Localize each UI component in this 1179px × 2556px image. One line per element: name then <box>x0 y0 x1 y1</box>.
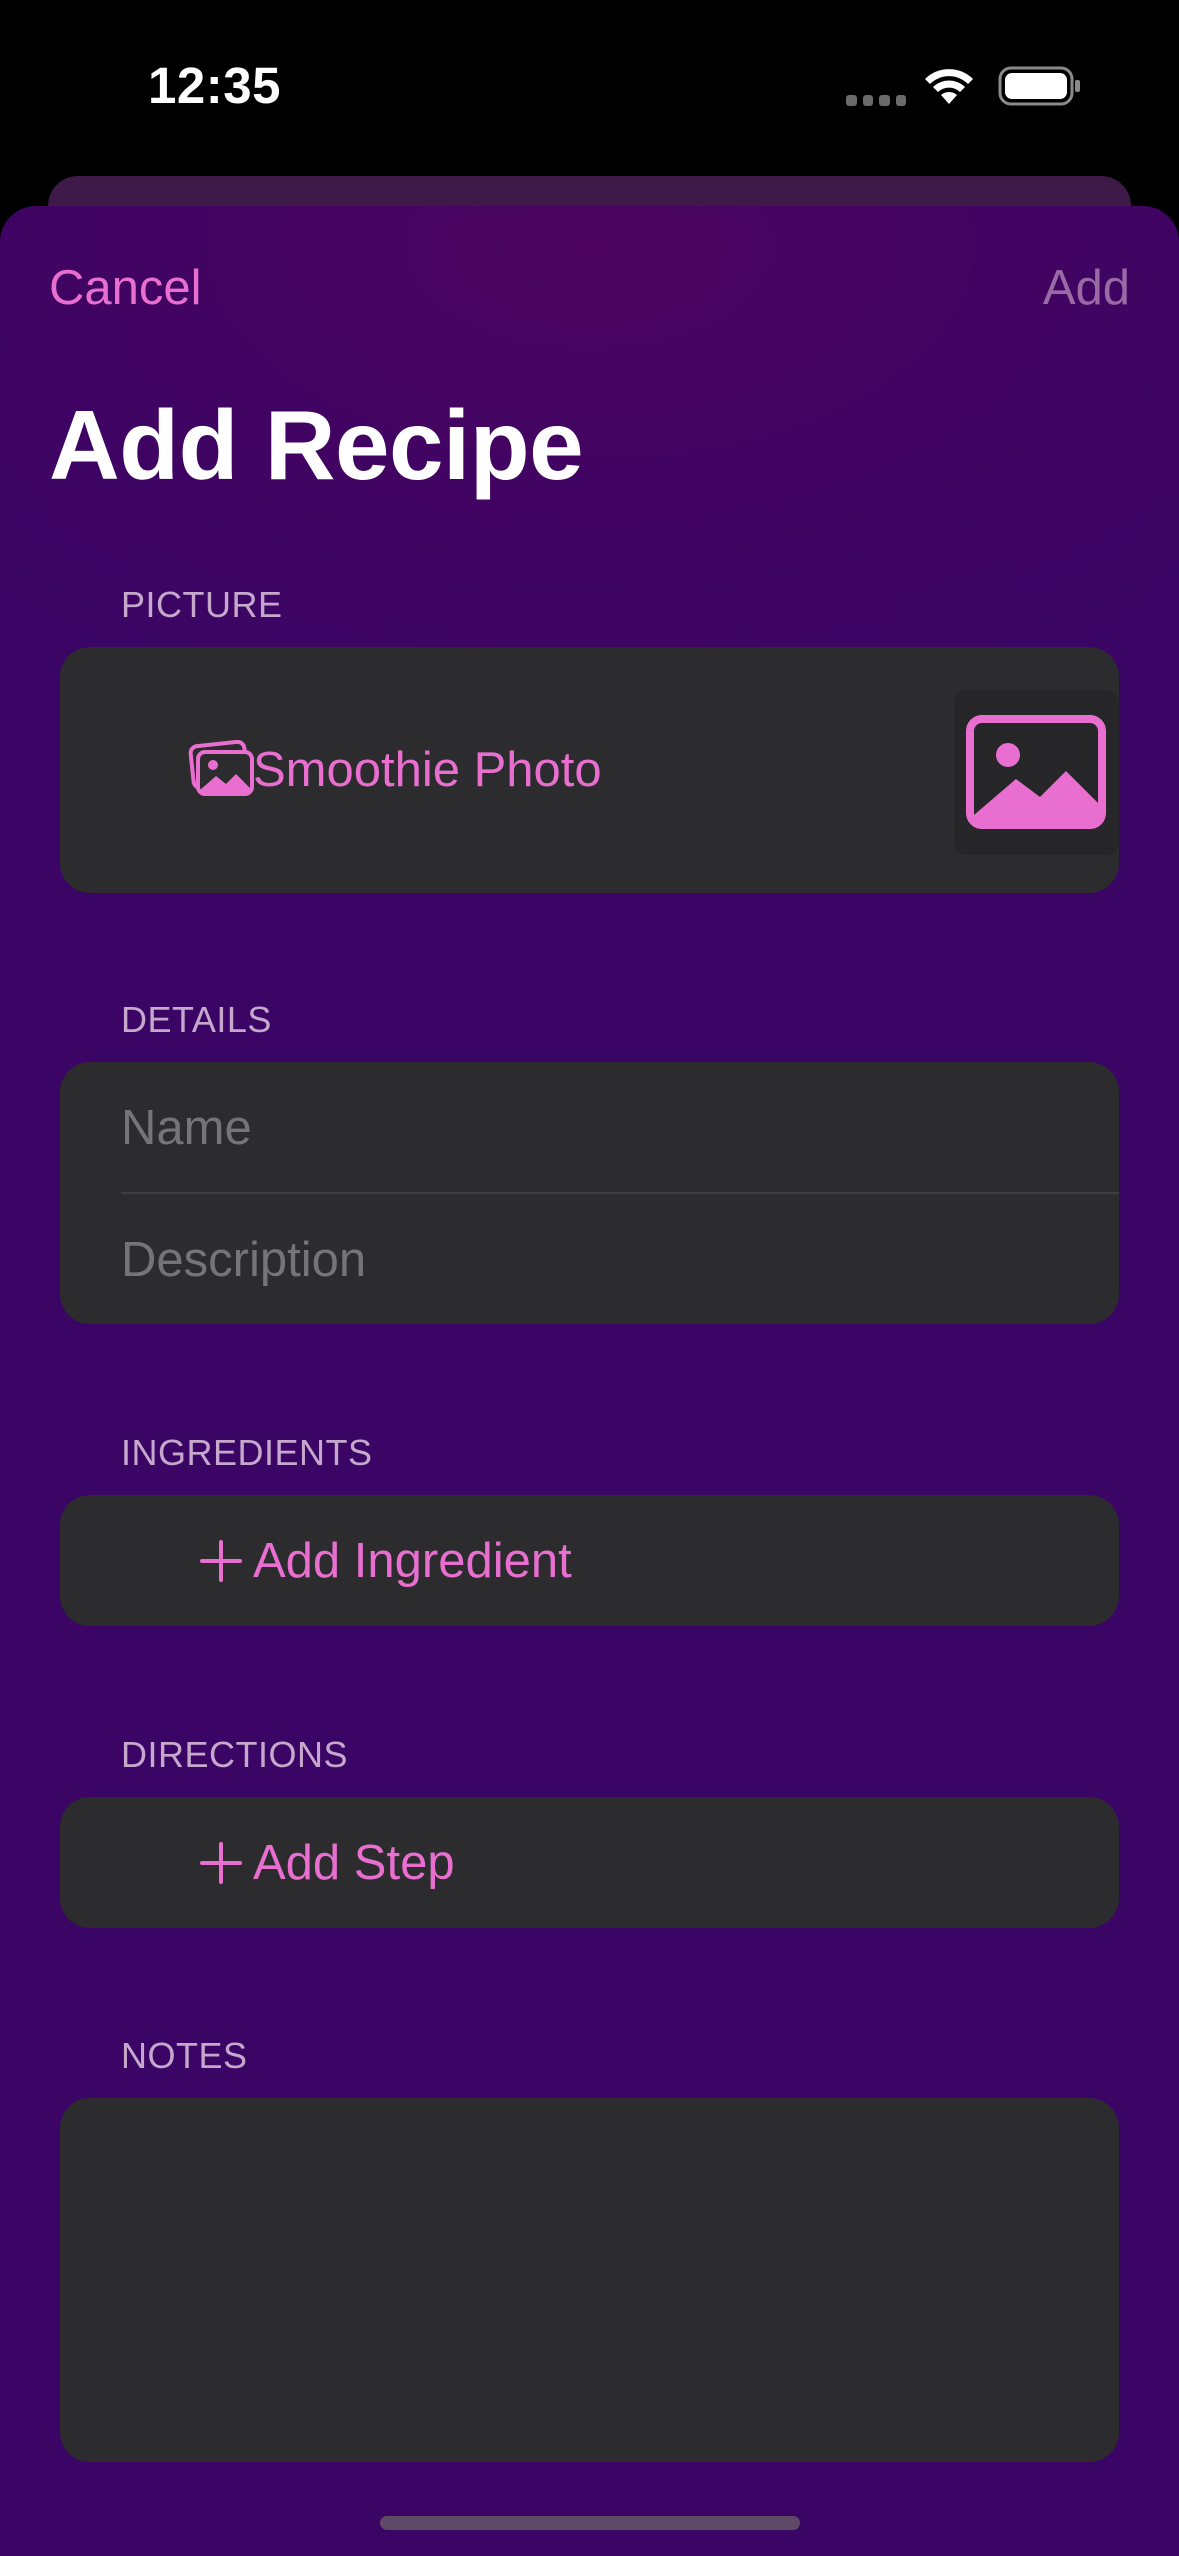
add-ingredient-label: Add Ingredient <box>253 1534 572 1588</box>
smoothie-photo-label: Smoothie Photo <box>253 743 602 797</box>
photos-icon <box>188 740 254 796</box>
section-header-details: DETAILS <box>121 999 272 1040</box>
section-header-notes: NOTES <box>121 2035 248 2076</box>
section-header-directions: DIRECTIONS <box>121 1734 349 1775</box>
status-bar: 12:35 <box>0 0 1179 175</box>
details-card <box>60 1062 1119 1324</box>
section-header-ingredients: INGREDIENTS <box>121 1432 373 1473</box>
picture-card[interactable]: Smoothie Photo <box>60 647 1119 893</box>
home-indicator[interactable] <box>380 2516 800 2530</box>
add-recipe-sheet: Cancel Add Add Recipe PICTURE Smoothie P… <box>0 206 1179 2556</box>
divider <box>121 1192 1119 1194</box>
photo-placeholder-icon <box>966 715 1106 829</box>
cellular-signal-icon <box>846 95 906 107</box>
description-field[interactable] <box>121 1230 1021 1290</box>
add-step-label: Add Step <box>253 1836 455 1890</box>
page-title: Add Recipe <box>49 390 584 500</box>
photo-thumbnail[interactable] <box>954 690 1119 855</box>
notes-field[interactable] <box>60 2098 1119 2462</box>
status-time: 12:35 <box>148 57 281 114</box>
wifi-icon <box>925 69 973 104</box>
add-button[interactable]: Add <box>1043 260 1130 316</box>
battery-icon <box>998 66 1080 106</box>
add-ingredient-button[interactable]: Add Ingredient <box>60 1495 1119 1626</box>
section-header-picture: PICTURE <box>121 584 283 625</box>
cancel-button[interactable]: Cancel <box>49 260 202 316</box>
name-field[interactable] <box>121 1098 1021 1158</box>
add-step-button[interactable]: Add Step <box>60 1797 1119 1928</box>
plus-icon <box>200 1540 242 1582</box>
plus-icon <box>200 1842 242 1884</box>
